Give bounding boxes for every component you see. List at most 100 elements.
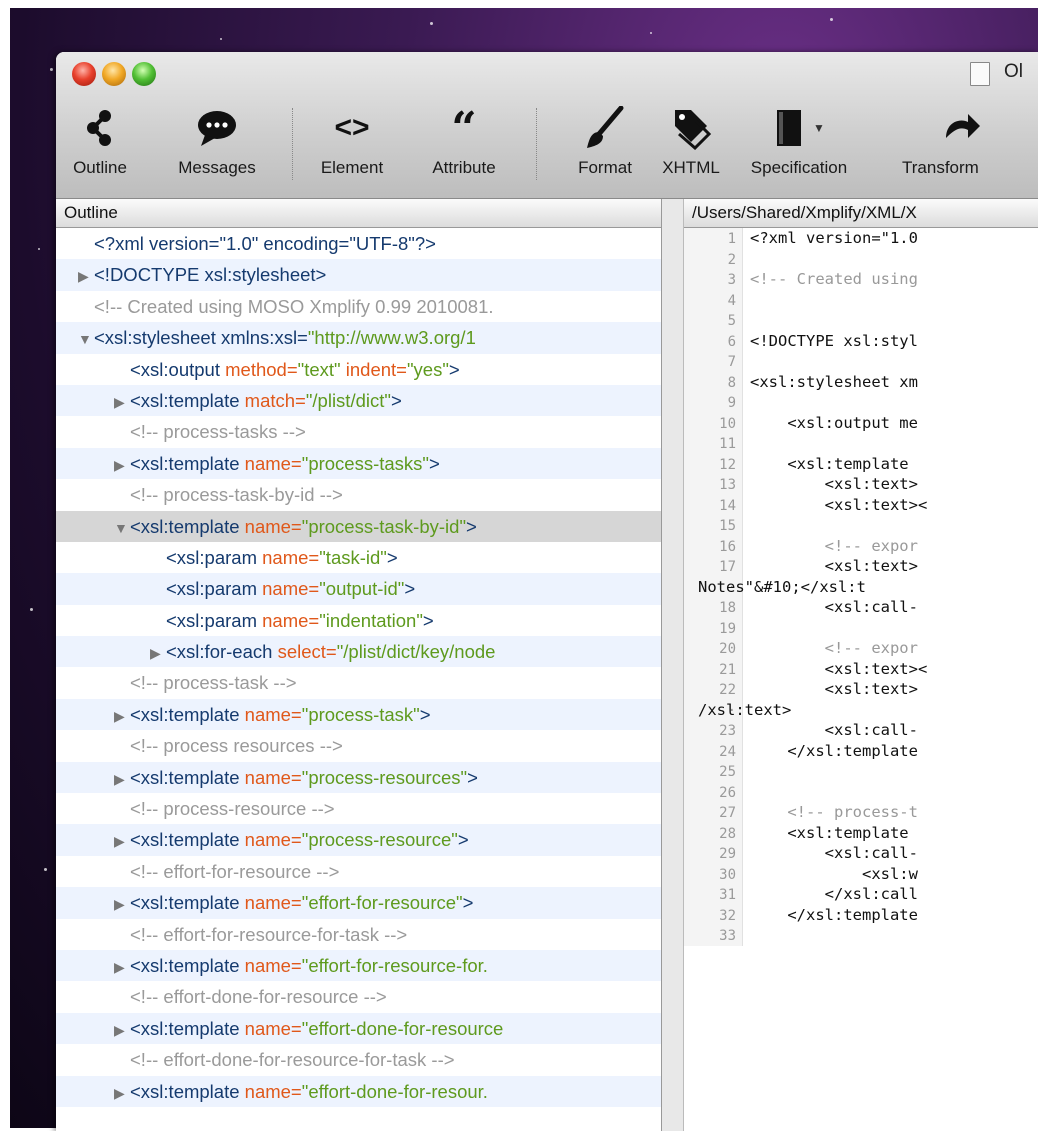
code-line: 5 [684,310,1038,331]
code-line: 21 <xsl:text>< [684,659,1038,680]
app-window: Ol Outline Messages <> Element “ Attribu… [56,52,1038,1131]
outline-row[interactable]: <?xml version="1.0" encoding="UTF-8"?> [56,228,661,259]
outline-token: name= [262,609,320,631]
outline-token: <!DOCTYPE xsl:stylesheet> [94,264,327,286]
outline-token: select= [277,641,337,663]
disclosure-collapsed-icon[interactable]: ▶ [114,889,130,918]
outline-row[interactable]: ▶ <!DOCTYPE xsl:stylesheet> [56,259,661,291]
outline-row[interactable]: <xsl:output method="text" indent="yes"> [56,354,661,385]
outline-token: <!-- process-task --> [130,672,297,694]
outline-row[interactable]: <xsl:param name="indentation"> [56,605,661,636]
toolbar-transform-button[interactable]: Transform [902,100,1038,196]
code-text: <xsl:call- [750,721,918,739]
line-number: 16 [719,538,736,555]
outline-row[interactable]: <!-- effort-done-for-resource-for-task -… [56,1044,661,1075]
outline-row[interactable]: <!-- effort-for-resource-for-task --> [56,919,661,950]
disclosure-expanded-icon[interactable]: ▼ [114,513,130,542]
outline-row[interactable]: ▶ <xsl:template name="process-task"> [56,698,661,731]
outline-row[interactable]: <xsl:param name="task-id"> [56,542,661,573]
pane-splitter[interactable] [662,199,684,1131]
disclosure-expanded-icon[interactable]: ▼ [78,324,94,353]
outline-row[interactable]: ▶ <xsl:template match="/plist/dict"> [56,384,661,417]
disclosure-collapsed-icon[interactable]: ▶ [114,387,130,416]
code-editor[interactable]: 1 <?xml version="1.0 2 3 <!-- Created using 4… [684,228,1038,946]
outline-token: name= [244,954,302,976]
outline-token: method= [225,358,298,380]
outline-tree[interactable]: <?xml version="1.0" encoding="UTF-8"?> ▶ <… [56,228,661,1107]
disclosure-collapsed-icon[interactable]: ▶ [114,450,130,479]
line-number: 26 [719,784,736,801]
disclosure-collapsed-icon[interactable]: ▶ [114,1015,130,1044]
outline-row[interactable]: <!-- process-task --> [56,667,661,698]
line-number: 9 [727,395,736,411]
outline-row[interactable]: <!-- effort-for-resource --> [56,856,661,887]
line-number: 33 [719,928,736,944]
outline-token: "task-id" [319,546,387,568]
disclosure-collapsed-icon[interactable]: ▶ [114,1078,130,1107]
outline-row[interactable]: <!-- process-tasks --> [56,416,661,447]
outline-token: <!-- effort-for-resource --> [130,860,340,882]
code-text: <xsl:output me [750,413,918,432]
code-line: 28 <xsl:template [684,823,1038,844]
outline-row[interactable]: <!-- Created using MOSO Xmplify 0.99 201… [56,291,661,322]
outline-row[interactable]: ▶ <xsl:for-each select="/plist/dict/key/n… [56,636,661,668]
outline-token: "yes" [406,358,449,380]
outline-row[interactable]: <!-- effort-done-for-resource --> [56,981,661,1012]
disclosure-collapsed-icon[interactable]: ▶ [114,826,130,855]
line-number: 30 [719,866,736,883]
toolbar-specification-button[interactable]: ▼ Specification [732,100,866,196]
outline-token: "indentation" [319,609,423,631]
disclosure-collapsed-icon[interactable]: ▶ [114,764,130,793]
line-number: 8 [727,374,736,391]
disclosure-collapsed-icon[interactable]: ▶ [114,952,130,981]
outline-row[interactable]: ▶ <xsl:template name="process-resources"> [56,761,661,794]
outline-row[interactable]: ▶ <xsl:template name="effort-done-for-res… [56,1012,661,1045]
toolbar-format-label: Format [578,158,632,177]
outline-token: <xsl:template [130,703,245,725]
toolbar-element-button[interactable]: <> Element [306,100,398,196]
specification-icon: ▼ [732,100,866,156]
outline-token: "effort-for-resource-for. [301,954,488,976]
outline-row[interactable]: ▼ <xsl:stylesheet xmlns:xsl="http://www.w… [56,322,661,354]
outline-row[interactable]: <!-- process-resource --> [56,793,661,824]
close-window-button[interactable] [72,62,96,86]
toolbar-xhtml-button[interactable]: XHTML [654,100,728,196]
code-line: 11 [684,433,1038,454]
code-line: 1 <?xml version="1.0 [684,228,1038,249]
outline-token: "process-resources" [301,766,468,788]
outline-row[interactable]: <xsl:param name="output-id"> [56,573,661,605]
toolbar-attribute-button[interactable]: “ Attribute [408,100,520,196]
outline-token: name= [262,578,320,600]
outline-row[interactable]: ▶ <xsl:template name="process-tasks"> [56,447,661,480]
outline-row[interactable]: ▶ <xsl:template name="process-resource"> [56,824,661,856]
code-line: 17 <xsl:text> [684,556,1038,577]
outline-token: > [404,578,416,600]
toolbar-outline-button[interactable]: Outline [62,100,138,196]
code-line: 20 <!-- expor [684,638,1038,659]
outline-row-selected[interactable]: ▼ <xsl:template name="process-task-by-id"… [56,510,661,542]
code-line: 12 <xsl:template [684,454,1038,475]
outline-row[interactable]: <!-- process resources --> [56,730,661,761]
toolbar-separator [292,108,293,180]
outline-token: name= [244,515,302,537]
outline-token: > [422,609,434,631]
outline-row[interactable]: ▶ <xsl:template name="effort-done-for-res… [56,1075,661,1107]
toolbar-format-button[interactable]: Format [562,100,648,196]
attribute-icon: “ [451,102,477,154]
zoom-window-button[interactable] [132,62,156,86]
disclosure-collapsed-icon[interactable]: ▶ [78,261,94,290]
toolbar-messages-button[interactable]: Messages [164,100,270,196]
minimize-window-button[interactable] [102,62,126,86]
code-line: 19 [684,618,1038,639]
code-line: 25 [684,761,1038,782]
outline-row[interactable]: <!-- process-task-by-id --> [56,479,661,510]
outline-row[interactable]: ▶ <xsl:template name="effort-for-resource… [56,949,661,982]
outline-row[interactable]: ▶ <xsl:template name="effort-for-resource… [56,887,661,919]
code-text: </xsl:template [750,905,918,924]
disclosure-collapsed-icon[interactable]: ▶ [114,701,130,730]
disclosure-collapsed-icon[interactable]: ▶ [150,638,166,667]
outline-token: name= [244,892,302,914]
